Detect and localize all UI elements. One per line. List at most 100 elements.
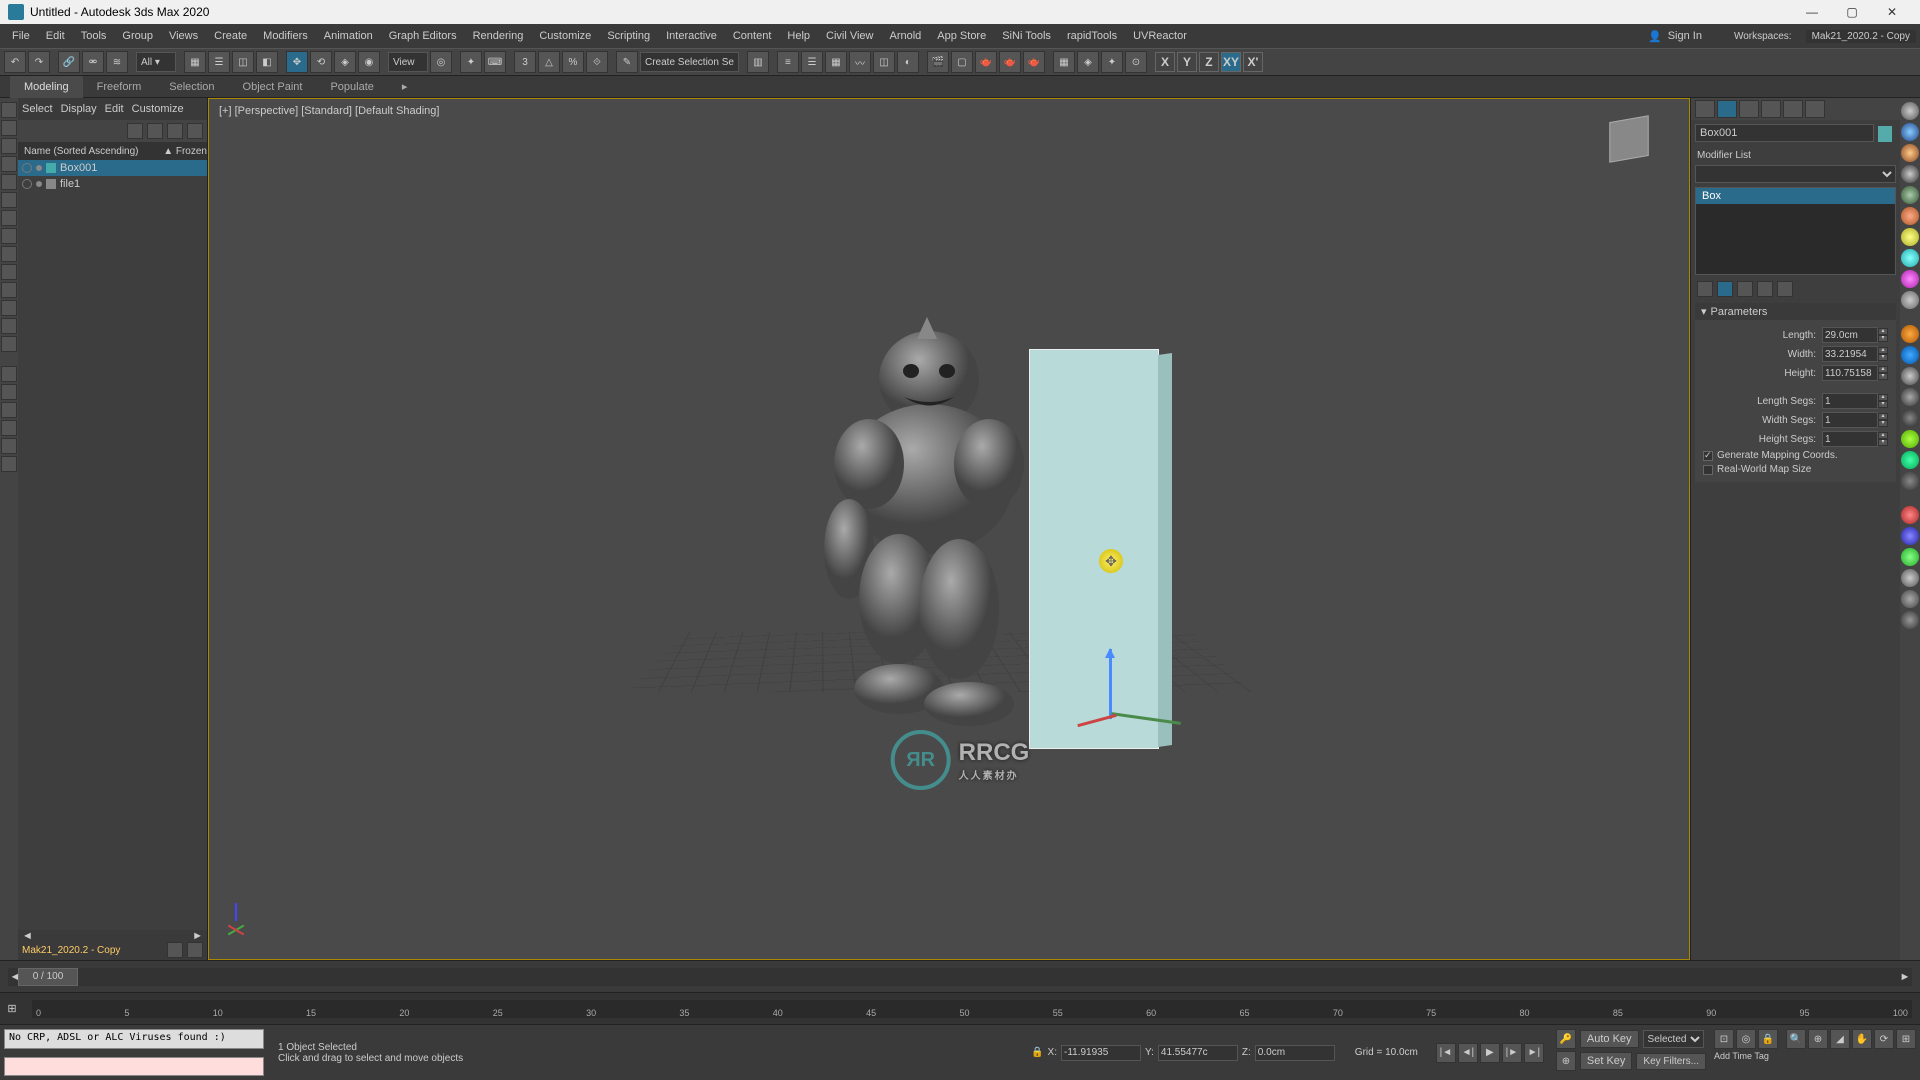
- select-manipulate[interactable]: ✦: [460, 51, 482, 73]
- hsegs-input[interactable]: [1822, 431, 1878, 447]
- trackbar-toggle-icon[interactable]: ⊞: [0, 1002, 24, 1015]
- explorer-lock-icon[interactable]: [167, 123, 183, 139]
- rt-sphere-12[interactable]: [1901, 346, 1919, 364]
- lt-icon-10[interactable]: [1, 264, 17, 280]
- viewcube[interactable]: [1599, 109, 1659, 169]
- hierarchy-tab-icon[interactable]: [1739, 100, 1759, 118]
- explorer-tab-customize[interactable]: Customize: [132, 103, 184, 115]
- ribbon-freeform[interactable]: Freeform: [83, 76, 156, 98]
- viewnav-orbit-icon[interactable]: ⟳: [1874, 1029, 1894, 1049]
- axis-x[interactable]: X: [1155, 52, 1175, 72]
- lt-icon-7[interactable]: [1, 210, 17, 226]
- rt-sphere-8[interactable]: [1901, 249, 1919, 267]
- rt-sphere-16[interactable]: [1901, 430, 1919, 448]
- toggle-ribbon[interactable]: ▦: [825, 51, 847, 73]
- lt-icon-17[interactable]: [1, 402, 17, 418]
- visibility-icon[interactable]: [22, 163, 32, 173]
- troll-mesh[interactable]: [799, 309, 1059, 729]
- percent-snap[interactable]: %: [562, 51, 584, 73]
- lsegs-spin-up[interactable]: ▴: [1878, 394, 1888, 401]
- mirror-button[interactable]: ▥: [747, 51, 769, 73]
- explorer-header-name[interactable]: Name (Sorted Ascending): [24, 146, 163, 157]
- lt-icon-12[interactable]: [1, 300, 17, 316]
- placement-button[interactable]: ◉: [358, 51, 380, 73]
- maxscript-input[interactable]: [4, 1057, 264, 1077]
- menu-views[interactable]: Views: [161, 24, 206, 48]
- axis-xy[interactable]: XY: [1221, 52, 1241, 72]
- viewnav-pan-icon[interactable]: ✋: [1852, 1029, 1872, 1049]
- height-spin-up[interactable]: ▴: [1878, 366, 1888, 373]
- angle-snap[interactable]: △: [538, 51, 560, 73]
- lock-selection-icon[interactable]: 🔒: [1758, 1029, 1778, 1049]
- mod-tool1[interactable]: ▦: [1053, 51, 1075, 73]
- lt-icon-9[interactable]: [1, 246, 17, 262]
- goto-end-icon[interactable]: ►|: [1524, 1043, 1544, 1063]
- lt-icon-4[interactable]: [1, 156, 17, 172]
- create-tab-icon[interactable]: [1695, 100, 1715, 118]
- lt-icon-14[interactable]: [1, 336, 17, 352]
- goto-start-icon[interactable]: |◄: [1436, 1043, 1456, 1063]
- menu-create[interactable]: Create: [206, 24, 255, 48]
- play-icon[interactable]: ▶: [1480, 1043, 1500, 1063]
- rt-sphere-3[interactable]: [1901, 144, 1919, 162]
- lt-icon-20[interactable]: [1, 456, 17, 472]
- explorer-pin-icon[interactable]: [187, 123, 203, 139]
- object-name-input[interactable]: [1695, 124, 1874, 142]
- menu-customize[interactable]: Customize: [531, 24, 599, 48]
- ribbon-selection[interactable]: Selection: [155, 76, 228, 98]
- select-region-button[interactable]: ◫: [232, 51, 254, 73]
- utilities-tab-icon[interactable]: [1805, 100, 1825, 118]
- rotate-button[interactable]: ⟲: [310, 51, 332, 73]
- scale-button[interactable]: ◈: [334, 51, 356, 73]
- close-button[interactable]: ✕: [1872, 0, 1912, 24]
- link-button[interactable]: 🔗: [58, 51, 80, 73]
- width-spin-up[interactable]: ▴: [1878, 347, 1888, 354]
- render-iterative[interactable]: 🫖: [999, 51, 1021, 73]
- bind-button[interactable]: ≋: [106, 51, 128, 73]
- rt-sphere-18[interactable]: [1901, 472, 1919, 490]
- coord-z-input[interactable]: [1255, 1045, 1335, 1061]
- menu-appstore[interactable]: App Store: [929, 24, 994, 48]
- select-object-button[interactable]: ▦: [184, 51, 206, 73]
- menu-tools[interactable]: Tools: [73, 24, 115, 48]
- keyfilters-button[interactable]: Key Filters...: [1636, 1053, 1706, 1070]
- parameters-rollup-header[interactable]: ▾ Parameters: [1695, 303, 1896, 320]
- coord-x-input[interactable]: [1061, 1045, 1141, 1061]
- minimize-button[interactable]: —: [1792, 0, 1832, 24]
- rt-sphere-21[interactable]: [1901, 548, 1919, 566]
- edit-selection-set[interactable]: ✎: [616, 51, 638, 73]
- axis-y[interactable]: Y: [1177, 52, 1197, 72]
- unlink-button[interactable]: ⚮: [82, 51, 104, 73]
- scroll-right-icon[interactable]: ►: [192, 930, 203, 940]
- explorer-filter-icon[interactable]: [147, 123, 163, 139]
- explorer-header-frozen[interactable]: ▲ Frozen: [163, 146, 207, 157]
- menu-sinitools[interactable]: SiNi Tools: [994, 24, 1059, 48]
- lsegs-spin-down[interactable]: ▾: [1878, 401, 1888, 408]
- rt-sphere-4[interactable]: [1901, 165, 1919, 183]
- keyboard-shortcut[interactable]: ⌨: [484, 51, 506, 73]
- remove-modifier-icon[interactable]: [1757, 281, 1773, 297]
- gizmo-x-axis[interactable]: [1077, 714, 1116, 727]
- viewnav-zoom-icon[interactable]: 🔍: [1786, 1029, 1806, 1049]
- freeze-dot-icon[interactable]: [36, 181, 42, 187]
- viewport-label[interactable]: [+] [Perspective] [Standard] [Default Sh…: [219, 105, 439, 117]
- lt-icon-8[interactable]: [1, 228, 17, 244]
- track-ticks[interactable]: 0 5 10 15 20 25 30 35 40 45 50 55 60 65 …: [32, 1000, 1912, 1018]
- menu-civilview[interactable]: Civil View: [818, 24, 881, 48]
- time-slider-handle[interactable]: 0 / 100: [18, 968, 78, 986]
- wsegs-spin-up[interactable]: ▴: [1878, 413, 1888, 420]
- named-selection[interactable]: Create Selection Se: [640, 52, 739, 72]
- rt-sphere-19[interactable]: [1901, 506, 1919, 524]
- lock-icon[interactable]: 🔒: [1031, 1047, 1043, 1058]
- ribbon-objectpaint[interactable]: Object Paint: [229, 76, 317, 98]
- wsegs-spin-down[interactable]: ▾: [1878, 420, 1888, 427]
- lt-icon-3[interactable]: [1, 138, 17, 154]
- render-setup[interactable]: 🎬: [927, 51, 949, 73]
- lsegs-input[interactable]: [1822, 393, 1878, 409]
- rt-sphere-20[interactable]: [1901, 527, 1919, 545]
- visibility-icon[interactable]: [22, 179, 32, 189]
- curve-editor[interactable]: 〰: [849, 51, 871, 73]
- refcoord-dropdown[interactable]: View: [388, 52, 428, 72]
- real-world-checkbox[interactable]: [1703, 465, 1713, 475]
- menu-arnold[interactable]: Arnold: [882, 24, 930, 48]
